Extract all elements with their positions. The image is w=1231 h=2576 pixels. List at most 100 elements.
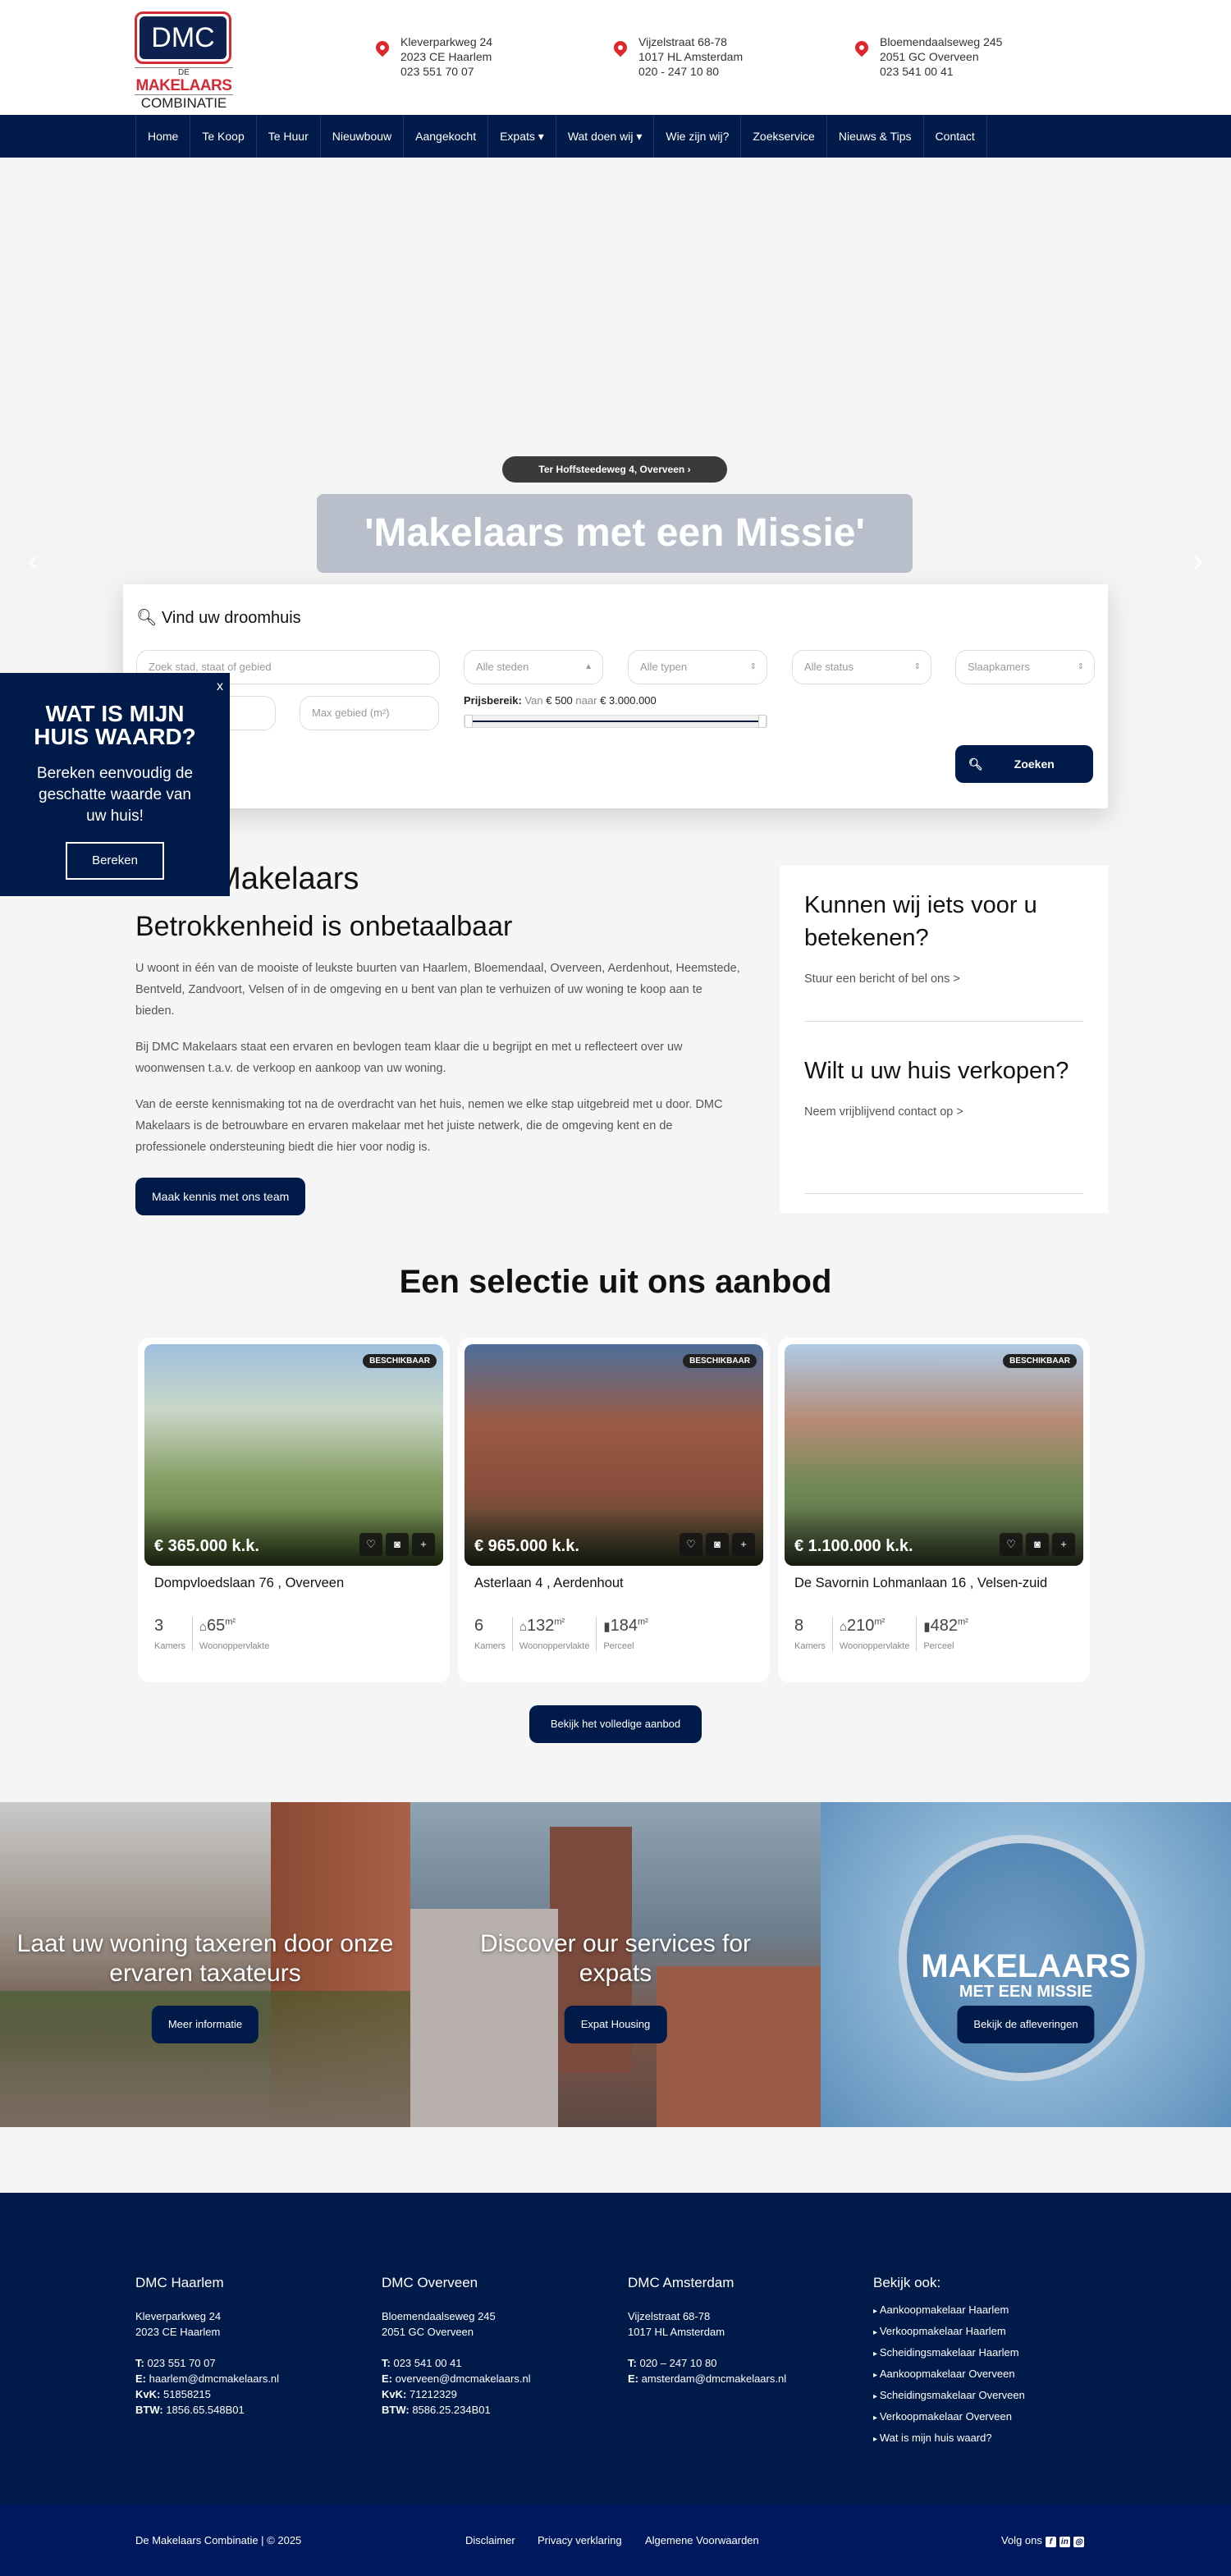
camera-icon[interactable]: ◙ — [1026, 1533, 1049, 1556]
nav-nieuws-tips[interactable]: Nieuws & Tips — [827, 115, 924, 158]
office-phone[interactable]: 020 - 247 10 80 — [638, 64, 743, 79]
footer-street: Kleverparkweg 24 — [135, 2310, 222, 2322]
listing-photo[interactable]: BESCHIKBAAR € 365.000 k.k. ♡ ◙ + — [144, 1344, 443, 1566]
social-links: Volg ons f in ◎ — [1001, 2534, 1084, 2547]
footer-link[interactable]: Scheidingsmakelaar Overveen — [873, 2387, 1025, 2404]
price-slider-min-handle[interactable] — [464, 715, 473, 728]
nav-wie-zijn-wij[interactable]: Wie zijn wij? — [654, 115, 742, 158]
privacy-link[interactable]: Privacy verklaring — [538, 2534, 622, 2546]
listing-card[interactable]: BESCHIKBAAR € 1.100.000 k.k. ♡ ◙ + De Savo… — [778, 1338, 1090, 1682]
max-area-input[interactable]: Max gebied (m²) — [300, 696, 439, 730]
plus-icon[interactable]: + — [732, 1533, 755, 1556]
facebook-icon[interactable]: f — [1045, 2537, 1056, 2547]
label: BTW: — [135, 2404, 163, 2416]
nav-wat-doen-wij[interactable]: Wat doen wij ▾ — [556, 115, 655, 158]
label: E: — [135, 2372, 146, 2385]
listing-photo[interactable]: BESCHIKBAAR € 1.100.000 k.k. ♡ ◙ + — [785, 1344, 1083, 1566]
nav-home[interactable]: Home — [136, 115, 191, 158]
footer-link[interactable]: Aankoopmakelaar Haarlem — [873, 2302, 1025, 2319]
disclaimer-link[interactable]: Disclaimer — [465, 2534, 515, 2546]
popup-bereken-button[interactable]: Bereken — [66, 842, 164, 880]
valuation-popup: x WAT IS MIJN HUIS WAARD? Bereken eenvou… — [0, 673, 230, 896]
price-slider-max-handle[interactable] — [758, 715, 767, 728]
about-paragraph: U woont in één van de mooiste of leukste… — [135, 962, 740, 1018]
expat-housing-button[interactable]: Expat Housing — [564, 2006, 667, 2043]
cities-select[interactable]: Alle steden ▲ — [464, 650, 603, 684]
nav-aangekocht[interactable]: Aangekocht — [404, 115, 489, 158]
listing-card[interactable]: BESCHIKBAAR € 365.000 k.k. ♡ ◙ + Dompvloed… — [138, 1338, 450, 1682]
rooms-value: 6 — [474, 1617, 484, 1635]
sort-icon: ⇕ — [913, 662, 921, 671]
footer-phone[interactable]: T: 023 541 00 41 — [382, 2355, 531, 2371]
instagram-icon[interactable]: ◎ — [1073, 2537, 1084, 2547]
types-select[interactable]: Alle typen ⇕ — [628, 650, 767, 684]
banner-taxatie[interactable]: Laat uw woning taxeren door onze ervaren… — [0, 1802, 410, 2127]
footer-link[interactable]: Wat is mijn huis waard? — [873, 2430, 1025, 2447]
sell-link[interactable]: Neem vrijblijvend contact op > — [804, 1105, 1083, 1119]
heart-icon[interactable]: ♡ — [359, 1533, 382, 1556]
listing-address[interactable]: Asterlaan 4 , Aerdenhout — [474, 1576, 624, 1591]
meer-informatie-button[interactable]: Meer informatie — [151, 2006, 259, 2043]
popup-close-button[interactable]: x — [217, 679, 223, 694]
nav-contact[interactable]: Contact — [924, 115, 987, 158]
office-phone[interactable]: 023 551 70 07 — [400, 64, 492, 79]
footer-phone[interactable]: T: 020 – 247 10 80 — [628, 2355, 786, 2371]
plus-icon[interactable]: + — [412, 1533, 435, 1556]
footer-email[interactable]: E: overveen@dmcmakelaars.nl — [382, 2371, 531, 2386]
slider-prev-icon[interactable]: ‹ — [28, 543, 38, 578]
camera-icon[interactable]: ◙ — [706, 1533, 729, 1556]
rooms-value: 3 — [154, 1617, 164, 1635]
footer-link[interactable]: Aankoopmakelaar Overveen — [873, 2366, 1025, 2383]
heart-icon[interactable]: ♡ — [680, 1533, 702, 1556]
home-icon: ⌂ — [519, 1620, 527, 1634]
nav-zoekservice[interactable]: Zoekservice — [741, 115, 827, 158]
stat-rooms: 6 Kamers — [474, 1617, 512, 1651]
footer-email[interactable]: E: amsterdam@dmcmakelaars.nl — [628, 2371, 786, 2386]
nav-nieuwbouw[interactable]: Nieuwbouw — [321, 115, 405, 158]
listing-address[interactable]: Dompvloedslaan 76 , Overveen — [154, 1576, 344, 1591]
footer-col-overveen: DMC Overveen Bloemendaalseweg 245 2051 G… — [382, 2275, 531, 2418]
footer-phone[interactable]: T: 023 551 70 07 — [135, 2355, 279, 2371]
plus-icon[interactable]: + — [1052, 1533, 1075, 1556]
footer-btw: BTW: 8586.25.234B01 — [382, 2402, 531, 2418]
heart-icon[interactable]: ♡ — [1000, 1533, 1023, 1556]
sort-icon: ⇕ — [1077, 662, 1084, 671]
stat-living: ⌂210m² Woonoppervlakte — [831, 1617, 916, 1651]
sort-icon: ⇕ — [749, 662, 757, 671]
dmc-logo[interactable]: DMC DE MAKELAARS COMBINATIE — [135, 11, 233, 111]
nav-te-koop[interactable]: Te Koop — [190, 115, 257, 158]
team-button[interactable]: Maak kennis met ons team — [135, 1178, 306, 1215]
footer-link[interactable]: Verkoopmakelaar Haarlem — [873, 2323, 1025, 2340]
search-button[interactable]: 🔍︎ Zoeken — [955, 745, 1093, 783]
brick-building-image — [657, 1966, 821, 2127]
office-phone[interactable]: 023 541 00 41 — [880, 64, 1002, 79]
nav-te-huur[interactable]: Te Huur — [257, 115, 321, 158]
status-select[interactable]: Alle status ⇕ — [792, 650, 931, 684]
contact-link[interactable]: Stuur een bericht of bel ons > — [804, 972, 1083, 986]
listing-address[interactable]: De Savornin Lohmanlaan 16 , Velsen-zuid — [794, 1576, 1047, 1591]
footer-link[interactable]: Scheidingsmakelaar Haarlem — [873, 2345, 1025, 2362]
afleveringen-button[interactable]: Bekijk de afleveringen — [957, 2006, 1095, 2043]
contact-block-title: Kunnen wij iets voor u betekenen? — [804, 892, 1037, 951]
listing-card[interactable]: BESCHIKBAAR € 965.000 k.k. ♡ ◙ + Asterlaan… — [458, 1338, 770, 1682]
hero-property-pill[interactable]: Ter Hoffsteedeweg 4, Overveen › — [502, 456, 727, 483]
all-listings-button[interactable]: Bekijk het volledige aanbod — [529, 1705, 702, 1743]
banner-makelaars-met-een-missie[interactable]: MAKELAARS MET EEN MISSIE Bekijk de aflev… — [821, 1802, 1231, 2127]
footer-email[interactable]: E: haarlem@dmcmakelaars.nl — [135, 2371, 279, 2386]
terms-link[interactable]: Algemene Voorwaarden — [645, 2534, 759, 2546]
sort-icon: ▲ — [584, 662, 593, 671]
popup-text: Bereken eenvoudig de geschatte waarde va… — [36, 765, 194, 825]
stat-living: ⌂65m² Woonoppervlakte — [191, 1617, 276, 1651]
banner-expats[interactable]: Discover our services for expats Expat H… — [410, 1802, 821, 2127]
footer-link[interactable]: Verkoopmakelaar Overveen — [873, 2409, 1025, 2426]
nav-expats[interactable]: Expats ▾ — [488, 115, 556, 158]
about-section: DMC Makelaars Betrokkenheid is onbetaalb… — [135, 862, 743, 1215]
bedrooms-select[interactable]: Slaapkamers ⇕ — [955, 650, 1095, 684]
price-slider[interactable] — [464, 715, 767, 728]
camera-icon[interactable]: ◙ — [386, 1533, 409, 1556]
listing-photo[interactable]: BESCHIKBAAR € 965.000 k.k. ♡ ◙ + — [464, 1344, 763, 1566]
office-street: Kleverparkweg 24 — [400, 35, 493, 48]
missie-logo-top: MAKELAARS — [921, 1948, 1131, 1984]
slider-next-icon[interactable]: › — [1193, 543, 1203, 578]
linkedin-icon[interactable]: in — [1059, 2537, 1070, 2547]
